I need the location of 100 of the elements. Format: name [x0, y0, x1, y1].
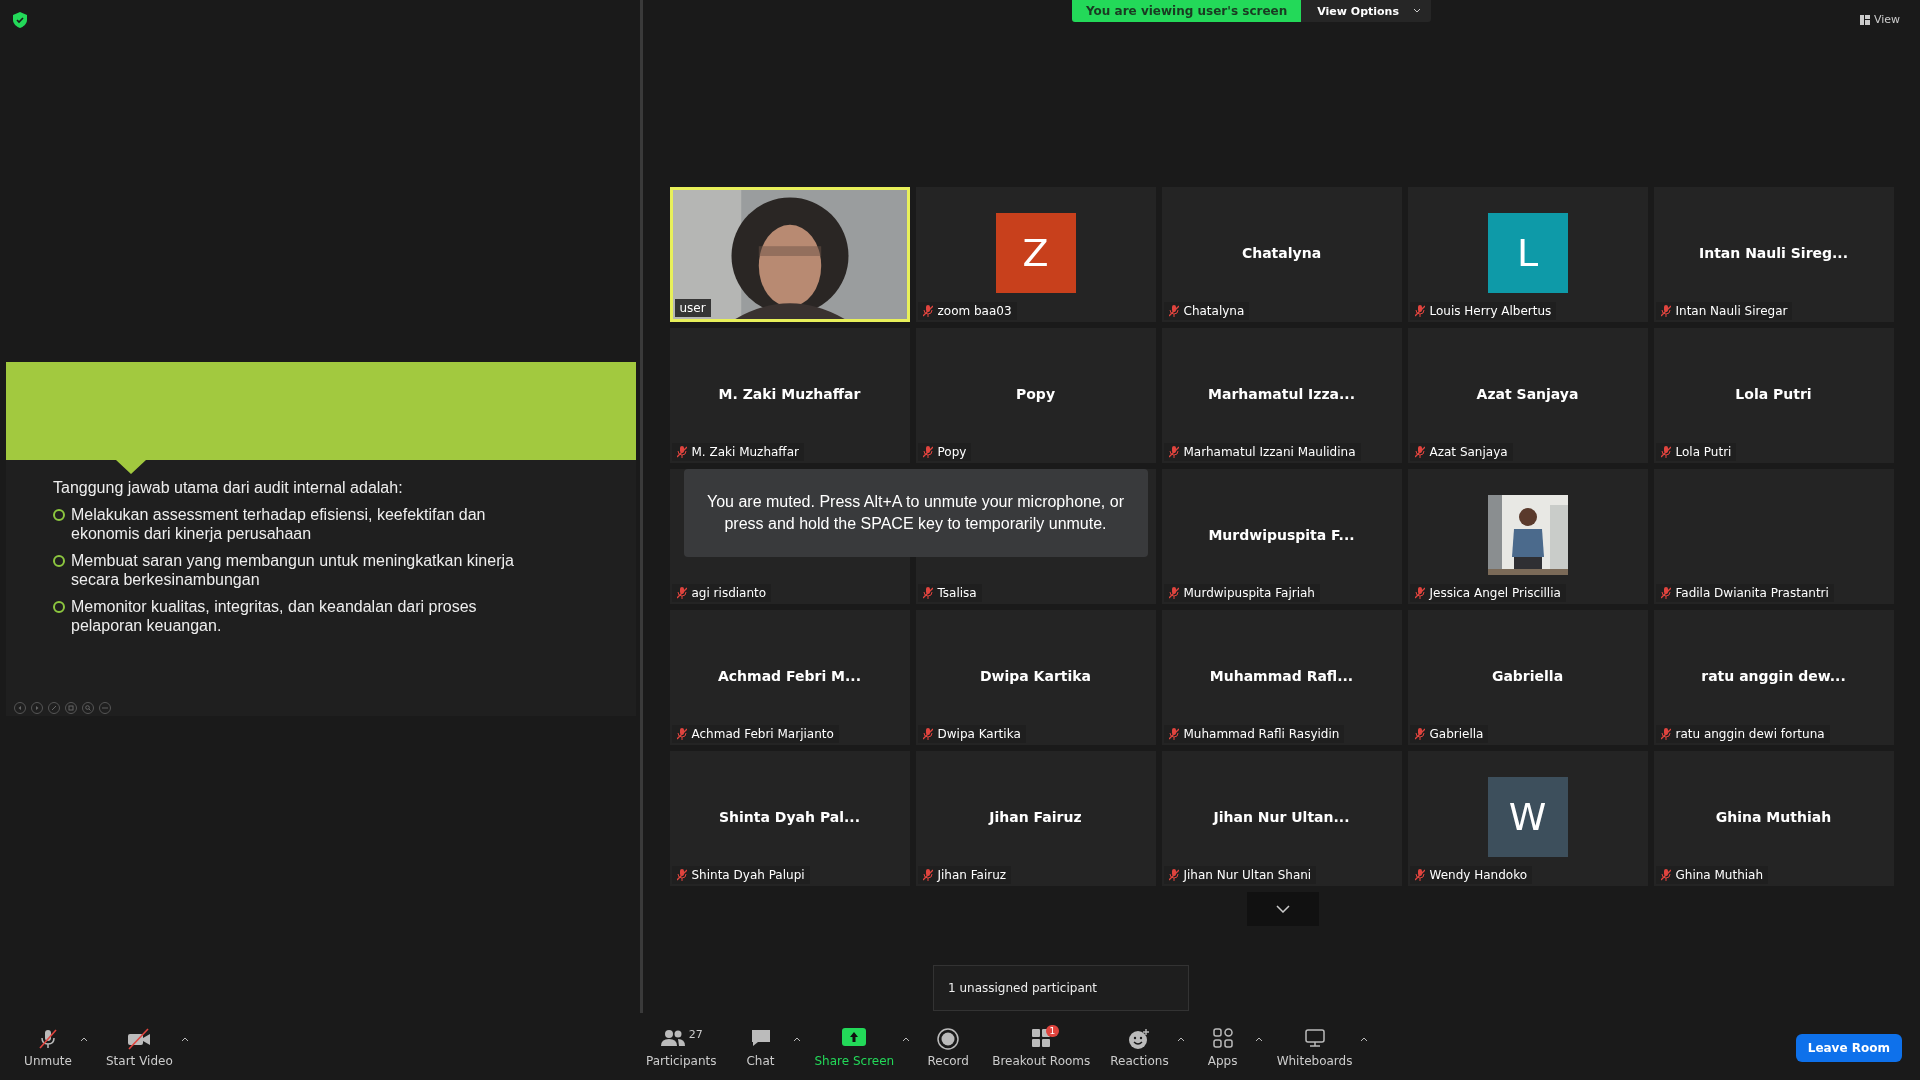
bullet-icon: [53, 509, 65, 521]
tooltip: 1 unassigned participant: [933, 965, 1189, 1011]
caret-icon[interactable]: [180, 1036, 189, 1042]
muted-mic-icon: [922, 728, 933, 740]
participant-label: Ghina Muthiah: [1675, 868, 1764, 882]
muted-mic-icon: [676, 728, 687, 740]
shield-icon: [13, 12, 27, 28]
people-icon: [659, 1028, 686, 1048]
muted-mic-icon: [1660, 446, 1671, 458]
participant-label: Lola Putri: [1675, 445, 1732, 459]
participant-name: Jihan Fairuz: [989, 808, 1082, 825]
muted-mic-icon: [1414, 728, 1425, 740]
bullet-text: Memonitor kualitas, integritas, dan keandalan dari proses pelaporan keuangan.: [71, 597, 478, 635]
muted-mic-icon: [1660, 587, 1671, 599]
bullet-text: Melakukan assessment terhadap efisiensi, keefektifan dan ekonomis dari kinerja perusahaan: [71, 505, 487, 543]
participant-label: Popy: [937, 445, 967, 459]
participant-label: Shinta Dyah Palupi: [691, 868, 805, 882]
muted-mic-icon: [676, 869, 687, 881]
muted-mic-icon: [1414, 869, 1425, 881]
notification-badge: 1: [1045, 1025, 1060, 1037]
muted-mic-icon: [1414, 587, 1425, 599]
participant-label: Jihan Nur Ultan Shani: [1183, 868, 1312, 882]
participant-name: Azat Sanjaya: [1476, 385, 1579, 402]
participant-label: agi risdianto: [691, 586, 767, 600]
participant-name: Ghina Muthiah: [1715, 808, 1832, 825]
participant-label: Intan Nauli Siregar: [1675, 304, 1788, 318]
start-video-button[interactable]: Start Video: [100, 1024, 179, 1072]
participant-label: Chatalyna: [1183, 304, 1245, 318]
participant-name: Popy: [1016, 385, 1055, 402]
participant-label: Marhamatul Izzani Maulidina: [1183, 445, 1356, 459]
muted-mic-icon: [1660, 869, 1671, 881]
participant-name: Murdwipuspita F...: [1208, 526, 1355, 543]
reactions-button[interactable]: Reactions: [1104, 1024, 1175, 1072]
participant-name: Chatalyna: [1241, 244, 1322, 261]
chevron-down-icon: [1412, 8, 1421, 14]
muted-notice: You are muted. Press Alt+A to unmute your microphone, or press and hold the SPACE key to temporarily unmute.: [683, 469, 1148, 557]
muted-mic-icon: [1660, 728, 1671, 740]
whiteboards-button[interactable]: Whiteboards: [1270, 1024, 1359, 1072]
muted-mic-icon: [1414, 446, 1425, 458]
participants-button[interactable]: 27 Participants: [640, 1024, 723, 1072]
muted-mic-icon: [922, 587, 933, 599]
muted-mic-icon: [1168, 305, 1179, 317]
participant-name: Intan Nauli Sireg...: [1699, 244, 1848, 261]
bullet-icon: [53, 601, 65, 613]
view-options-button[interactable]: View Options: [1301, 0, 1431, 22]
layout-icon: [1859, 14, 1870, 25]
slide-heading: Tanggung jawab utama dari audit internal adalah:: [53, 478, 404, 497]
participant-name: M. Zaki Muzhaffar: [718, 385, 861, 402]
share-screen-icon: [842, 1028, 867, 1046]
unmute-button[interactable]: Unmute: [18, 1024, 78, 1072]
participant-label: zoom baa03: [937, 304, 1012, 318]
whiteboard-icon: [1303, 1028, 1326, 1048]
chat-icon: [749, 1028, 772, 1048]
muted-mic-icon: [676, 446, 687, 458]
muted-mic-icon: [922, 305, 933, 317]
avatar-initial: Z: [995, 212, 1076, 293]
muted-mic-icon: [1168, 869, 1179, 881]
muted-mic-icon: [1660, 305, 1671, 317]
participant-label: M. Zaki Muzhaffar: [691, 445, 799, 459]
participant-name: ratu anggin dew...: [1701, 667, 1846, 684]
muted-mic-icon: [1168, 728, 1179, 740]
muted-mic-icon: [37, 1028, 59, 1050]
breakout-button[interactable]: 1 Breakout Rooms: [986, 1024, 1097, 1072]
caret-icon[interactable]: [1176, 1036, 1185, 1042]
share-button[interactable]: Share Screen: [808, 1024, 901, 1072]
muted-mic-icon: [1168, 446, 1179, 458]
caret-icon[interactable]: [902, 1036, 911, 1042]
caret-icon[interactable]: [792, 1036, 801, 1042]
bullet-text: Membuat saran yang membangun untuk meningkatkan kinerja secara berkesinambungan: [71, 551, 515, 589]
participant-name: Gabriella: [1491, 667, 1564, 684]
participant-label: user: [679, 301, 706, 315]
caret-icon[interactable]: [1254, 1036, 1263, 1042]
caret-icon[interactable]: [1360, 1036, 1369, 1042]
participant-name: Shinta Dyah Pal...: [719, 808, 860, 825]
apps-button[interactable]: Apps: [1192, 1024, 1253, 1072]
view-button[interactable]: View: [1853, 12, 1906, 27]
muted-mic-icon: [676, 587, 687, 599]
participant-name: Muhammad Rafl...: [1209, 667, 1354, 684]
participant-name: Jihan Nur Ultan...: [1213, 808, 1350, 825]
viewing-banner: You are viewing user's screen: [1072, 0, 1302, 22]
participant-label: Achmad Febri Marjianto: [691, 727, 834, 741]
muted-mic-icon: [1414, 305, 1425, 317]
participant-name: Marhamatul Izza...: [1208, 385, 1355, 402]
record-icon: [937, 1028, 960, 1050]
participant-label: Gabriella: [1429, 727, 1484, 741]
chat-button[interactable]: Chat: [730, 1024, 791, 1072]
participant-label: Muhammad Rafli Rasyidin: [1183, 727, 1340, 741]
muted-mic-icon: [1168, 587, 1179, 599]
video-off-icon: [126, 1028, 153, 1050]
participant-label: ratu anggin dewi fortuna: [1675, 727, 1825, 741]
pen-icon[interactable]: [48, 702, 60, 714]
caret-icon[interactable]: [80, 1036, 88, 1042]
participant-label: Jessica Angel Priscillia: [1429, 586, 1561, 600]
participant-name: Lola Putri: [1735, 385, 1812, 402]
muted-mic-icon: [922, 869, 933, 881]
avatar-initial: W: [1487, 776, 1568, 857]
leave-room-button[interactable]: Leave Room: [1795, 1034, 1902, 1062]
record-button[interactable]: Record: [918, 1024, 979, 1072]
apps-icon: [1212, 1028, 1233, 1048]
participant-label: Murdwipuspita Fajriah: [1183, 586, 1315, 600]
